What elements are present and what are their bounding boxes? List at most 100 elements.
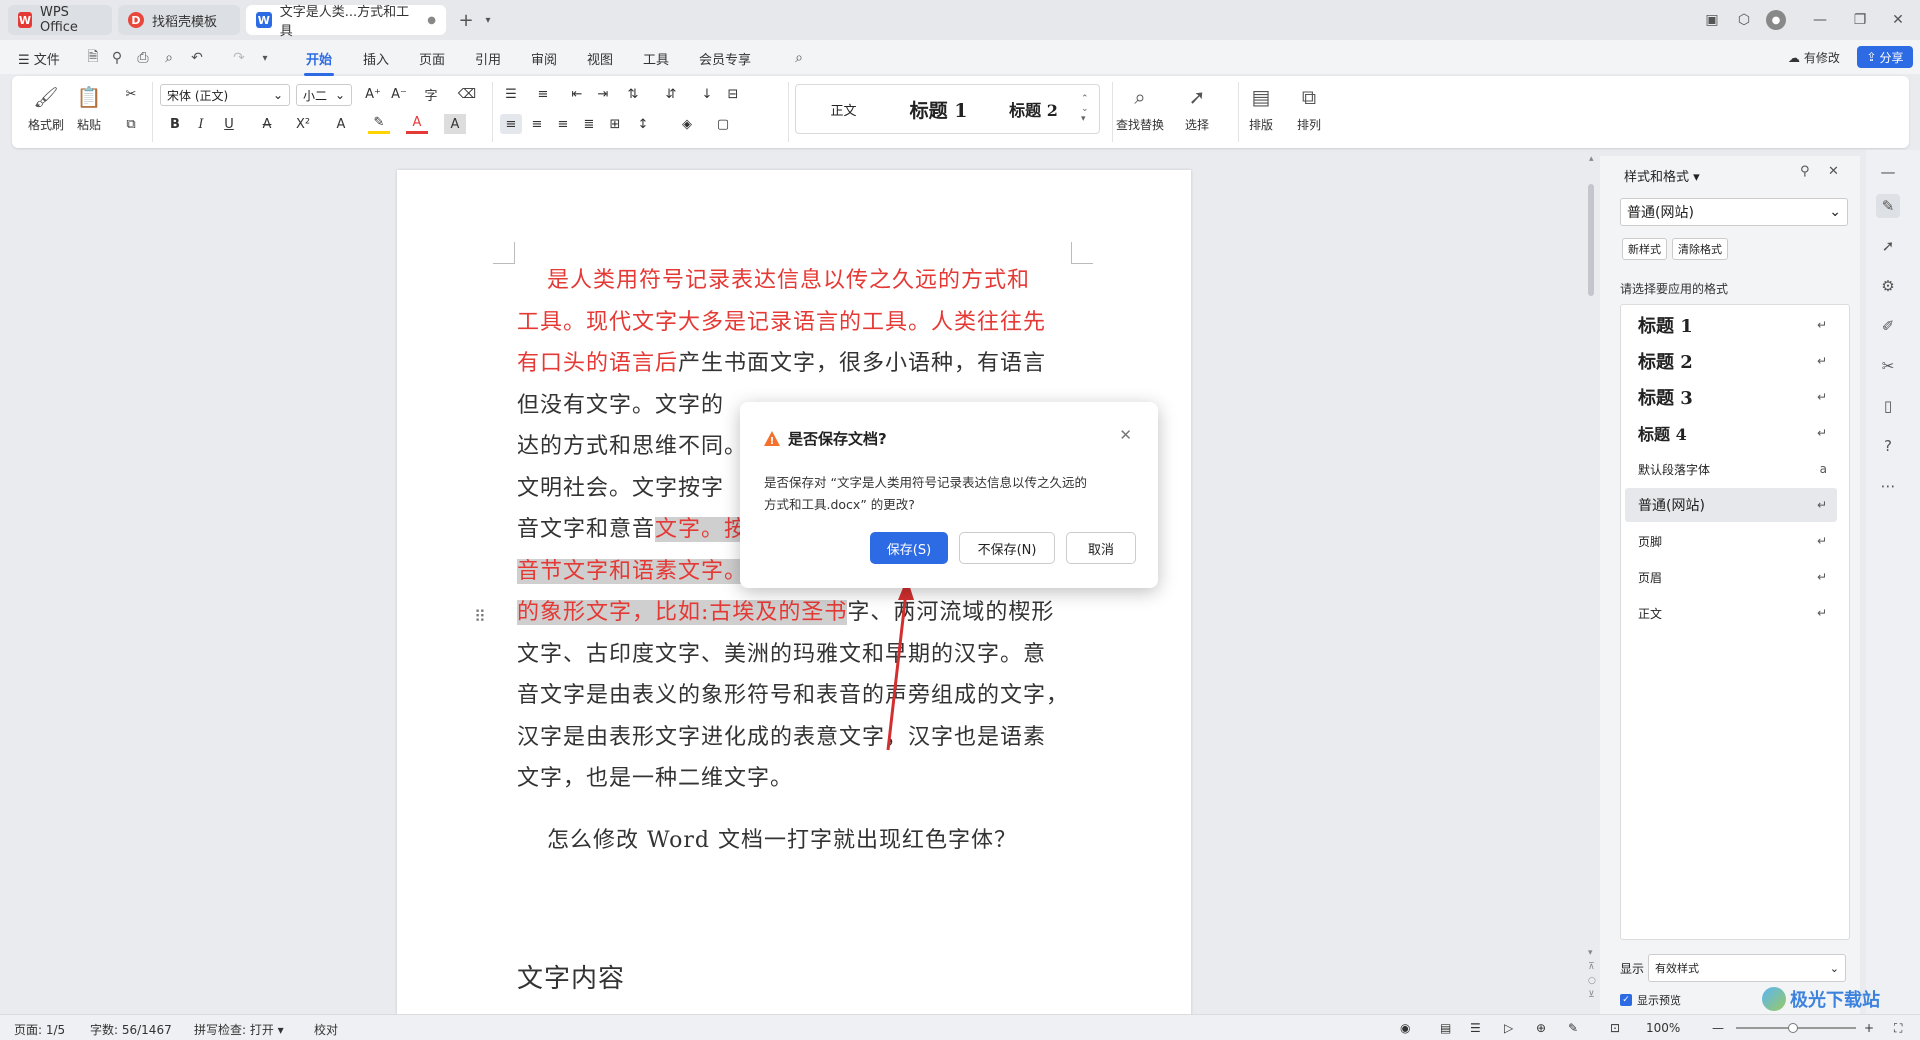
close-icon[interactable]: ✕	[1888, 10, 1908, 30]
phonetic-icon[interactable]: 字	[420, 84, 442, 104]
style-heading-2[interactable]: 标题 2	[986, 97, 1081, 121]
document-line[interactable]: 工具。现代文字大多是记录语言的工具。人类往往先	[517, 308, 1046, 338]
tools-icon[interactable]: ✂	[1876, 354, 1900, 378]
help-icon[interactable]: ?	[1876, 434, 1900, 458]
current-style-select[interactable]: 普通(网站) ⌄	[1620, 198, 1848, 226]
document-line[interactable]: 文字、古印度文字、美洲的玛雅文和早期的汉字。意	[517, 640, 1046, 670]
web-view-icon[interactable]: ⊕	[1536, 1021, 1546, 1035]
shading-icon[interactable]: ◈	[676, 114, 698, 134]
italic-icon[interactable]: I	[190, 114, 212, 134]
style-item[interactable]: 标题 1 ↵	[1625, 308, 1837, 342]
print-icon[interactable]: ⎙	[134, 49, 152, 67]
document-line[interactable]: 但没有文字。文字的	[517, 391, 724, 421]
page-indicator[interactable]: 页面: 1/5	[14, 1021, 65, 1038]
link-icon[interactable]: ⚲	[108, 49, 126, 67]
word-count[interactable]: 字数: 56/1467	[90, 1021, 172, 1038]
highlight-icon[interactable]: ✎	[368, 114, 390, 134]
zoom-in-icon[interactable]: +	[1864, 1021, 1874, 1035]
layout-icon[interactable]: ▣	[1702, 10, 1722, 30]
document-line[interactable]: 音文字是由表义的象形符号和表音的声旁组成的文字，	[517, 681, 1069, 711]
style-item[interactable]: 标题 2 ↵	[1625, 344, 1837, 378]
font-size-select[interactable]: 小二 ⌄	[296, 84, 352, 106]
format-painter-button[interactable]: 🖌 格式刷	[28, 84, 64, 133]
cut-icon[interactable]: ✂	[120, 84, 142, 104]
menu-review[interactable]: 审阅	[527, 47, 561, 70]
pen-icon[interactable]: ✎	[1568, 1021, 1578, 1035]
show-filter-select[interactable]: 有效样式 ⌄	[1648, 954, 1846, 982]
question-paragraph[interactable]: 怎么修改 Word 文档一打字就出现红色字体？	[547, 826, 1017, 856]
menu-tools[interactable]: 工具	[639, 47, 673, 70]
cancel-button[interactable]: 取消	[1066, 532, 1136, 564]
tab-stop-icon[interactable]: ⊟	[722, 84, 744, 104]
gallery-scroll-icon[interactable]: ⌃ ⌄ ▾	[1081, 94, 1089, 124]
dont-save-button[interactable]: 不保存(N)	[959, 532, 1055, 564]
style-item[interactable]: 默认段落字体 a	[1625, 452, 1837, 486]
vertical-scrollbar[interactable]: ▴ ▾ ⊼ ○ ⊻	[1584, 154, 1598, 1010]
dialog-close-icon[interactable]: ✕	[1119, 426, 1132, 444]
document-line[interactable]: 汉字是由表形文字进化成的表意文字，汉字也是语素	[517, 723, 1046, 753]
numbered-list-icon[interactable]: ≡	[532, 84, 554, 104]
underline-icon[interactable]: U	[218, 114, 240, 134]
chevron-down-icon[interactable]: ▾	[478, 10, 498, 30]
zoom-level[interactable]: 100%	[1646, 1021, 1680, 1035]
save-icon[interactable]: 🗎	[84, 49, 102, 67]
document-line[interactable]: 文明社会。文字按字	[517, 474, 724, 504]
clear-format-button[interactable]: 清除格式	[1672, 238, 1728, 260]
more-icon[interactable]: ⋯	[1876, 474, 1900, 498]
superscript-icon[interactable]: X²	[292, 114, 314, 134]
justify-icon[interactable]: ≣	[578, 114, 600, 134]
panel-title[interactable]: 样式和格式 ▾	[1624, 166, 1700, 185]
layout-button[interactable]: ▤ 排版	[1248, 84, 1274, 133]
minimize-panel-icon[interactable]: —	[1876, 160, 1900, 184]
bold-icon[interactable]: B	[164, 114, 186, 134]
style-item[interactable]: 普通(网站) ↵	[1625, 488, 1837, 522]
align-right-icon[interactable]: ≡	[552, 114, 574, 134]
file-menu[interactable]: ☰ 文件	[14, 47, 64, 70]
border-icon[interactable]: ▢	[712, 114, 734, 134]
proofread-button[interactable]: 校对	[314, 1021, 338, 1038]
document-line[interactable]: 有口头的语言后产生书面文字，很多小语种，有语言	[517, 349, 1046, 379]
font-name-select[interactable]: 宋体 (正文) ⌄	[160, 84, 290, 106]
select-cursor-icon[interactable]: ➚	[1876, 234, 1900, 258]
copy-icon[interactable]: ⧉	[120, 114, 142, 134]
text-effect-icon[interactable]: A	[330, 114, 352, 134]
scroll-up-icon[interactable]: ▴	[1589, 154, 1594, 164]
tab-document[interactable]: W 文字是人类...方式和工具 ●	[246, 5, 446, 39]
content-heading[interactable]: 文字内容	[517, 964, 625, 994]
grow-font-icon[interactable]: A⁺	[362, 84, 384, 104]
style-item[interactable]: 标题 4 ↵	[1625, 416, 1837, 450]
line-spacing-icon[interactable]: ↕	[632, 114, 654, 134]
menu-insert[interactable]: 插入	[359, 47, 393, 70]
adjust-icon[interactable]: ⚙	[1876, 274, 1900, 298]
distribute-icon[interactable]: ⊞	[604, 114, 626, 134]
sort-icon[interactable]: ⇵	[660, 84, 682, 104]
close-icon[interactable]: ✕	[1828, 164, 1839, 179]
redo-icon[interactable]: ↷	[230, 49, 248, 67]
drag-handle-icon[interactable]: ⠿	[474, 607, 486, 626]
edit-doc-icon[interactable]: ✐	[1876, 314, 1900, 338]
menu-references[interactable]: 引用	[471, 47, 505, 70]
zoom-slider-thumb[interactable]	[1788, 1023, 1798, 1033]
style-item[interactable]: 标题 3 ↵	[1625, 380, 1837, 414]
book-icon[interactable]: ▯	[1876, 394, 1900, 418]
increase-indent-icon[interactable]: ⇥	[592, 84, 614, 104]
align-center-icon[interactable]: ≡	[526, 114, 548, 134]
pin-icon[interactable]: ⚲	[1800, 164, 1810, 179]
style-normal[interactable]: 正文	[796, 100, 891, 119]
document-line[interactable]: 达的方式和思维不同。	[517, 432, 747, 462]
spell-check-toggle[interactable]: 拼写检查: 打开 ▾	[194, 1021, 284, 1038]
minimize-icon[interactable]: —	[1810, 10, 1830, 30]
document-line[interactable]: 是人类用符号记录表达信息以传之久远的方式和	[547, 266, 1030, 296]
font-color-icon[interactable]: A	[406, 114, 428, 134]
zoom-slider[interactable]	[1736, 1023, 1856, 1033]
print-preview-icon[interactable]: ⌕	[160, 49, 178, 67]
find-replace-button[interactable]: ⌕ 查找替换	[1116, 84, 1164, 133]
select-button[interactable]: ➚ 选择	[1184, 84, 1210, 133]
fullscreen-icon[interactable]: ⛶	[1894, 1021, 1902, 1036]
align-left-icon[interactable]: ≡	[500, 114, 522, 134]
style-heading-1[interactable]: 标题 1	[891, 96, 986, 123]
tab-wps-office[interactable]: W WPS Office	[8, 5, 112, 35]
unsaved-dot-icon[interactable]: ●	[427, 15, 436, 26]
document-line[interactable]: 文字，也是一种二维文字。	[517, 764, 793, 794]
avatar[interactable]: ●	[1766, 10, 1786, 30]
